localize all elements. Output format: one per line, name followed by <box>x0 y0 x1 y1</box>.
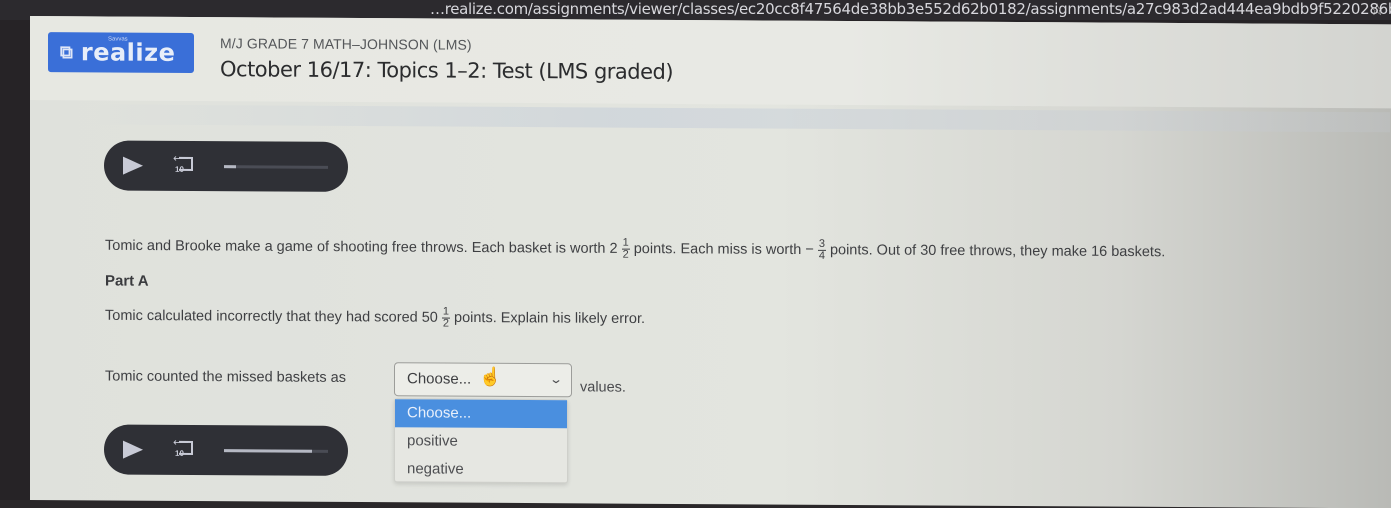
dropdown-value: Choose... <box>407 370 472 388</box>
answer-prefix: Tomic counted the missed baskets as <box>105 368 346 386</box>
brand-name: realize <box>80 38 176 67</box>
option-negative[interactable]: negative <box>395 455 567 484</box>
answer-dropdown[interactable]: Choose... ☝ ⌄ <box>394 362 572 398</box>
page: ⧉ Savvas realize M/J GRADE 7 MATH–JOHNSO… <box>30 16 1391 508</box>
chevron-down-icon[interactable]: ⌄ <box>549 372 563 386</box>
header: ⧉ Savvas realize M/J GRADE 7 MATH–JOHNSO… <box>30 16 1391 109</box>
progress-track[interactable] <box>224 449 328 453</box>
progress-fill <box>224 165 237 169</box>
screen: …realize.com/assignments/viewer/classes/… <box>0 0 1391 508</box>
fraction: 34 <box>817 237 826 262</box>
hand-cursor-icon: ☝ <box>479 366 502 387</box>
question-stem: Tomic and Brooke make a game of shooting… <box>105 236 1166 262</box>
url-text[interactable]: …realize.com/assignments/viewer/classes/… <box>430 0 1391 18</box>
part-a-prompt: Tomic calculated incorrectly that they h… <box>105 305 645 330</box>
option-choose[interactable]: Choose... <box>395 399 567 429</box>
answer-suffix: values. <box>580 379 626 396</box>
brand-subtitle: Savvas <box>108 36 128 43</box>
dropdown-menu: Choose... positive negative <box>394 398 568 484</box>
audio-player: ⟵ 10 <box>104 140 348 192</box>
fraction: 12 <box>441 305 450 330</box>
rewind-10-icon[interactable]: ⟵ 10 <box>173 437 197 460</box>
external-link-icon: ⧉ <box>60 41 73 62</box>
course-name: M/J GRADE 7 MATH–JOHNSON (LMS) <box>220 35 472 53</box>
fraction: 12 <box>621 236 630 261</box>
option-positive[interactable]: positive <box>395 427 567 456</box>
progress-fill <box>224 449 313 453</box>
play-icon[interactable] <box>123 440 143 459</box>
part-label: Part A <box>105 272 149 290</box>
realize-logo-button[interactable]: ⧉ Savvas realize <box>48 32 194 74</box>
audio-player: ⟵ 10 <box>104 424 348 476</box>
rewind-10-icon[interactable]: ⟵ 10 <box>173 153 197 176</box>
decorative-band <box>90 104 1390 133</box>
play-icon[interactable] <box>123 156 143 175</box>
progress-track[interactable] <box>224 165 328 169</box>
star-icon[interactable]: ☆ <box>1370 0 1384 20</box>
page-title: October 16/17: Topics 1–2: Test (LMS gra… <box>220 57 674 84</box>
